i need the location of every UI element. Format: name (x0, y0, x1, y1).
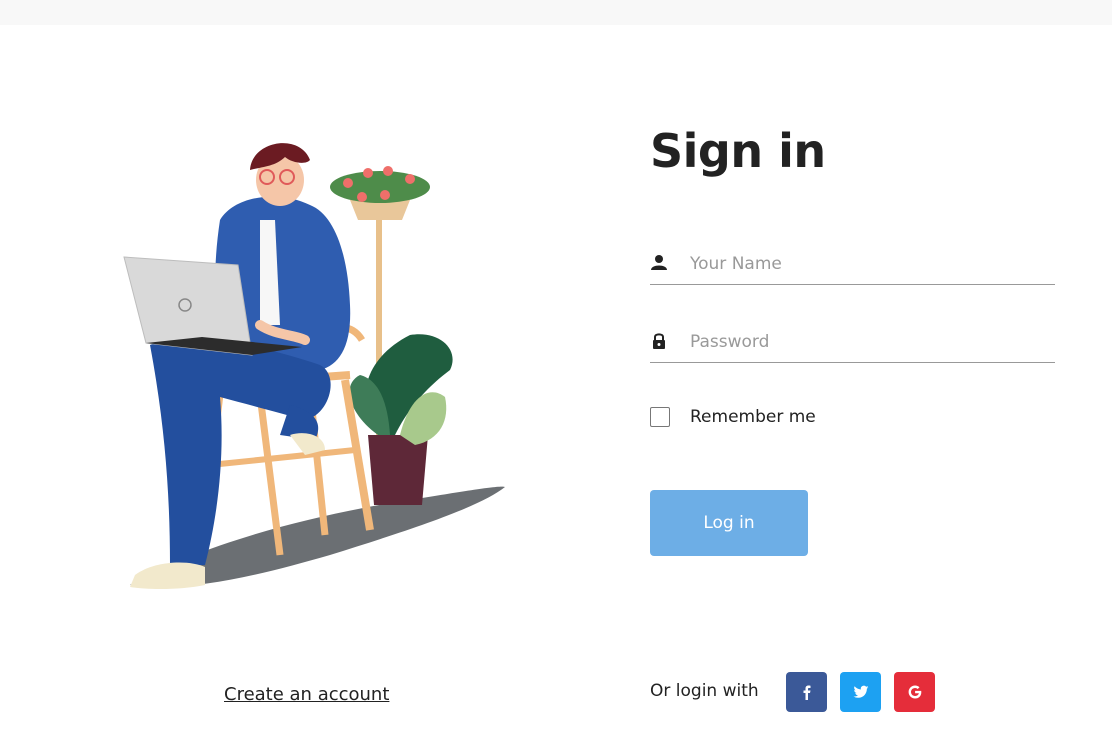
top-bar (0, 0, 1112, 25)
twitter-icon (853, 685, 868, 698)
person-with-laptop-illustration (123, 143, 505, 590)
google-login-button[interactable] (894, 672, 935, 712)
create-account-link[interactable]: Create an account (224, 684, 389, 705)
twitter-login-button[interactable] (840, 672, 881, 712)
name-input[interactable] (690, 252, 1050, 276)
password-input[interactable] (690, 330, 1050, 354)
login-button[interactable]: Log in (650, 490, 808, 556)
social-login-label: Or login with (650, 681, 759, 701)
user-icon (651, 255, 667, 270)
lock-icon (653, 333, 665, 349)
name-field (650, 244, 1055, 285)
page-title: Sign in (650, 124, 826, 178)
password-field (650, 322, 1055, 363)
facebook-icon (803, 685, 810, 700)
remember-me-label: Remember me (690, 407, 816, 427)
google-icon (908, 685, 921, 699)
facebook-login-button[interactable] (786, 672, 827, 712)
remember-me-checkbox[interactable] (650, 407, 670, 427)
